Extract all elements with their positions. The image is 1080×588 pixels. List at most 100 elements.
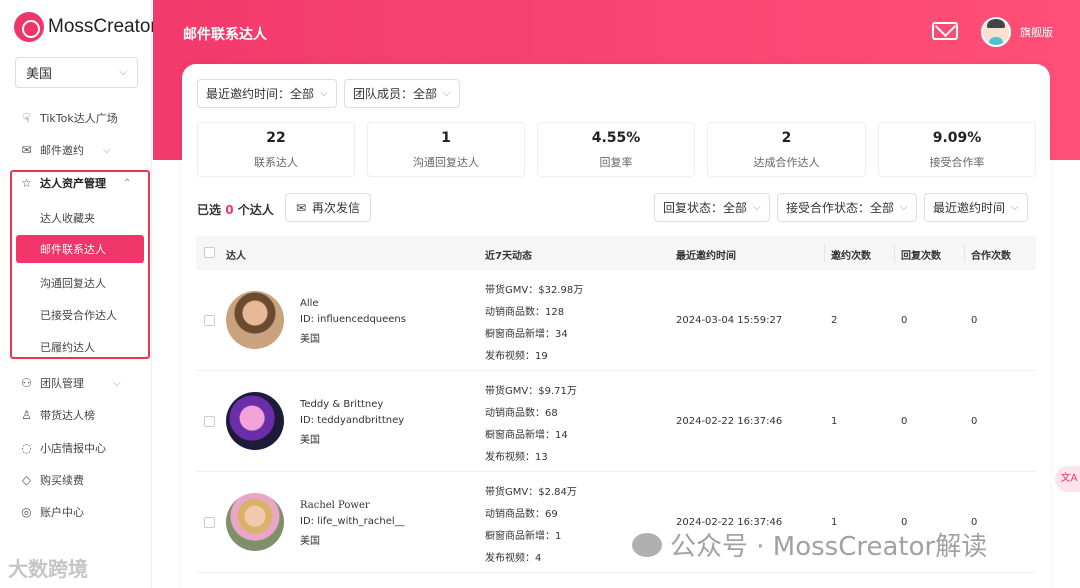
sidebar-subitem-favorites[interactable]: 达人收藏夹 [40, 210, 95, 226]
creator-name[interactable]: Alle [300, 298, 319, 309]
table-row[interactable]: Alle ID: influencedqueens 美国 带货GMV：$32.9… [196, 270, 1036, 371]
sidebar-item-ranking[interactable]: ♙ 带货达人榜 [20, 407, 95, 423]
selection-number: 0 [225, 203, 234, 217]
selection-prefix: 已选 [197, 203, 222, 217]
table-header: 达人 近7天动态 最近邀约时间 邀约次数 回复次数 合作次数 [196, 236, 1036, 270]
sidebar-item-label: 达人资产管理 [40, 177, 106, 190]
coop-count: 0 [971, 416, 978, 427]
creator-country: 美国 [300, 536, 320, 547]
sidebar-item-mail-invite[interactable]: ✉ 邮件邀约 ⌵ [20, 142, 111, 158]
filter-label: 接受合作状态：全部 [786, 201, 895, 215]
logo[interactable]: MossCreator [14, 12, 157, 42]
column-header: 最近邀约时间 [676, 251, 736, 262]
page-title: 邮件联系达人 [183, 27, 267, 43]
chat-icon: ◌ [21, 441, 32, 455]
region-value: 美国 [26, 67, 53, 82]
wechat-icon [632, 532, 662, 557]
sort-label: 最近邀约时间 [933, 201, 1006, 215]
stat-value: 22 [266, 130, 286, 146]
products-value: 动销商品数：68 [485, 408, 558, 419]
products-value: 动销商品数：69 [485, 509, 558, 520]
invite-time: 2024-02-22 16:37:46 [676, 416, 783, 427]
sidebar-subitem-accepted[interactable]: 已接受合作达人 [40, 307, 117, 323]
creator-id: ID: teddyandbrittney [300, 415, 405, 426]
invite-count: 1 [831, 416, 838, 427]
stat-card: 22 联系达人 [197, 122, 355, 177]
sidebar-item-label: 团队管理 [40, 377, 84, 390]
sidebar-item-label: 带货达人榜 [40, 409, 95, 422]
stat-card: 9.09% 接受合作率 [878, 122, 1036, 177]
sidebar-subitem-fulfilled[interactable]: 已履约达人 [40, 339, 95, 355]
creator-name[interactable]: Rachel Power [300, 500, 370, 511]
sidebar-item-label: TikTok达人广场 [40, 112, 118, 125]
gmv-value: 带货GMV：$2.84万 [485, 487, 577, 498]
gmv-value: 带货GMV：$32.98万 [485, 285, 584, 296]
avatar[interactable] [981, 17, 1011, 47]
resend-button[interactable]: ✉ 再次发信 [285, 193, 371, 222]
diamond-icon: ◇ [21, 473, 32, 487]
chevron-down-icon: ⌵ [119, 67, 127, 78]
sidebar-item-team[interactable]: ⚇ 团队管理 ⌵ [20, 375, 121, 391]
sidebar: MossCreator 美国 ⌵ ☟ TikTok达人广场 ✉ 邮件邀约 ⌵ ☆… [0, 0, 157, 588]
column-divider [894, 244, 895, 262]
sidebar-item-shop-intel[interactable]: ◌ 小店情报中心 [20, 440, 106, 456]
creator-name[interactable]: Teddy & Brittney [300, 399, 383, 410]
sidebar-item-tiktok-plaza[interactable]: ☟ TikTok达人广场 [20, 110, 118, 126]
mail-icon: ✉ [295, 200, 307, 215]
table-row[interactable]: Teddy & Brittney ID: teddyandbrittney 美国… [196, 371, 1036, 472]
sort-select[interactable]: 最近邀约时间 ⌵ [924, 193, 1028, 222]
chevron-down-icon: ⌵ [1011, 202, 1019, 213]
stat-card: 4.55% 回复率 [537, 122, 695, 177]
column-divider [964, 244, 965, 262]
chevron-down-icon: ⌵ [103, 144, 111, 156]
star-icon: ☆ [21, 176, 32, 190]
chevron-down-icon: ⌵ [113, 377, 121, 389]
reply-status-filter[interactable]: 回复状态：全部 ⌵ [654, 193, 770, 222]
team-icon: ⚇ [21, 376, 32, 390]
creator-avatar[interactable] [226, 392, 284, 450]
stat-value: 1 [441, 130, 451, 146]
region-select[interactable]: 美国 ⌵ [15, 57, 138, 88]
videos-value: 发布视频：19 [485, 351, 548, 362]
creator-id: ID: influencedqueens [300, 314, 406, 325]
products-value: 动销商品数：128 [485, 307, 565, 318]
highlight-annotation [10, 170, 150, 359]
filter-label: 团队成员：全部 [353, 87, 438, 101]
logo-text: MossCreator [48, 16, 157, 37]
stat-value: 4.55% [591, 130, 641, 146]
stat-value: 9.09% [932, 130, 982, 146]
row-checkbox[interactable] [204, 315, 215, 326]
mail-icon[interactable] [932, 22, 958, 40]
team-member-filter[interactable]: 团队成员：全部 ⌵ [344, 79, 460, 108]
reply-count: 0 [901, 416, 908, 427]
column-header: 回复次数 [901, 251, 941, 262]
select-all-checkbox[interactable] [204, 247, 215, 258]
creator-avatar[interactable] [226, 493, 284, 551]
creator-country: 美国 [300, 435, 320, 446]
translate-button[interactable]: 文A [1055, 466, 1080, 492]
new-items-value: 橱窗商品新增：34 [485, 329, 568, 340]
main-card: 最近邀约时间：全部 ⌵ 团队成员：全部 ⌵ 22 联系达人 1 沟通回复达人 4… [182, 64, 1050, 588]
chevron-down-icon: ⌵ [443, 88, 451, 99]
creator-country: 美国 [300, 334, 320, 345]
chevron-down-icon: ⌵ [320, 88, 328, 99]
resend-label: 再次发信 [312, 201, 361, 215]
plaza-icon: ☟ [22, 111, 31, 125]
sidebar-item-purchase[interactable]: ◇ 购买续费 [20, 472, 84, 488]
stat-card: 1 沟通回复达人 [367, 122, 525, 177]
sidebar-subitem-mail-contacted[interactable]: 邮件联系达人 [16, 235, 144, 263]
sidebar-subitem-replied[interactable]: 沟通回复达人 [40, 275, 106, 291]
row-checkbox[interactable] [204, 416, 215, 427]
last-invite-filter[interactable]: 最近邀约时间：全部 ⌵ [197, 79, 337, 108]
plan-label: 旗舰版 [1020, 26, 1053, 39]
creator-avatar[interactable] [226, 291, 284, 349]
new-items-value: 橱窗商品新增：1 [485, 531, 562, 542]
invite-count: 2 [831, 315, 838, 326]
logo-icon [14, 12, 44, 42]
row-checkbox[interactable] [204, 517, 215, 528]
user-icon: ♙ [21, 408, 32, 422]
sidebar-item-label: 账户中心 [40, 506, 84, 519]
sidebar-item-creator-assets[interactable]: ☆ 达人资产管理 ⌃ [20, 175, 131, 191]
accept-status-filter[interactable]: 接受合作状态：全部 ⌵ [777, 193, 917, 222]
sidebar-item-account[interactable]: ◎ 账户中心 [20, 504, 84, 520]
